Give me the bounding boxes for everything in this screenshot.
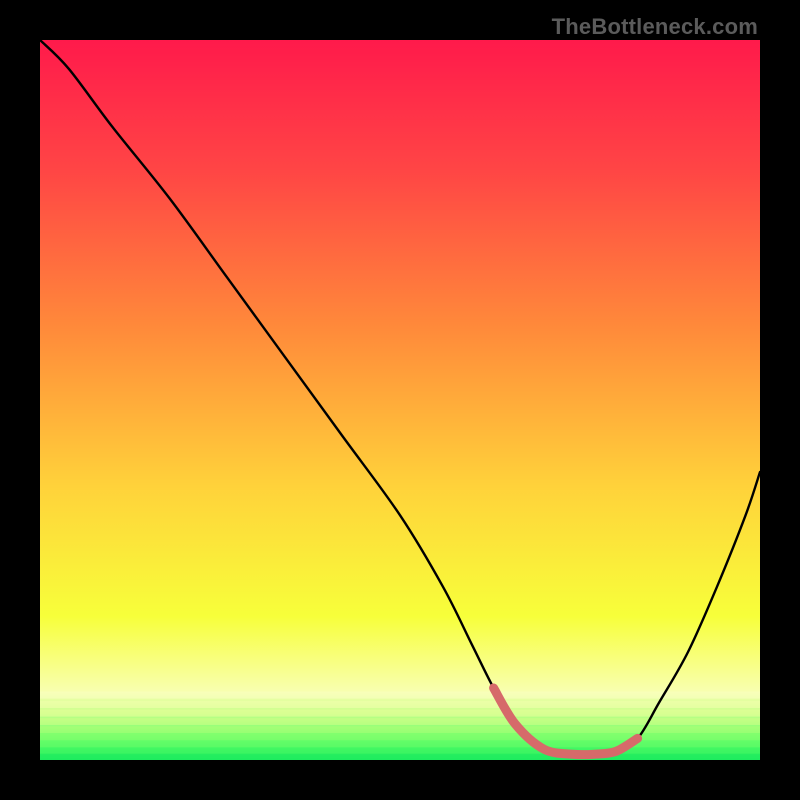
chart-frame: TheBottleneck.com (0, 0, 800, 800)
bottleneck-curve (40, 40, 760, 760)
watermark-text: TheBottleneck.com (552, 14, 758, 40)
plot-area (40, 40, 760, 760)
